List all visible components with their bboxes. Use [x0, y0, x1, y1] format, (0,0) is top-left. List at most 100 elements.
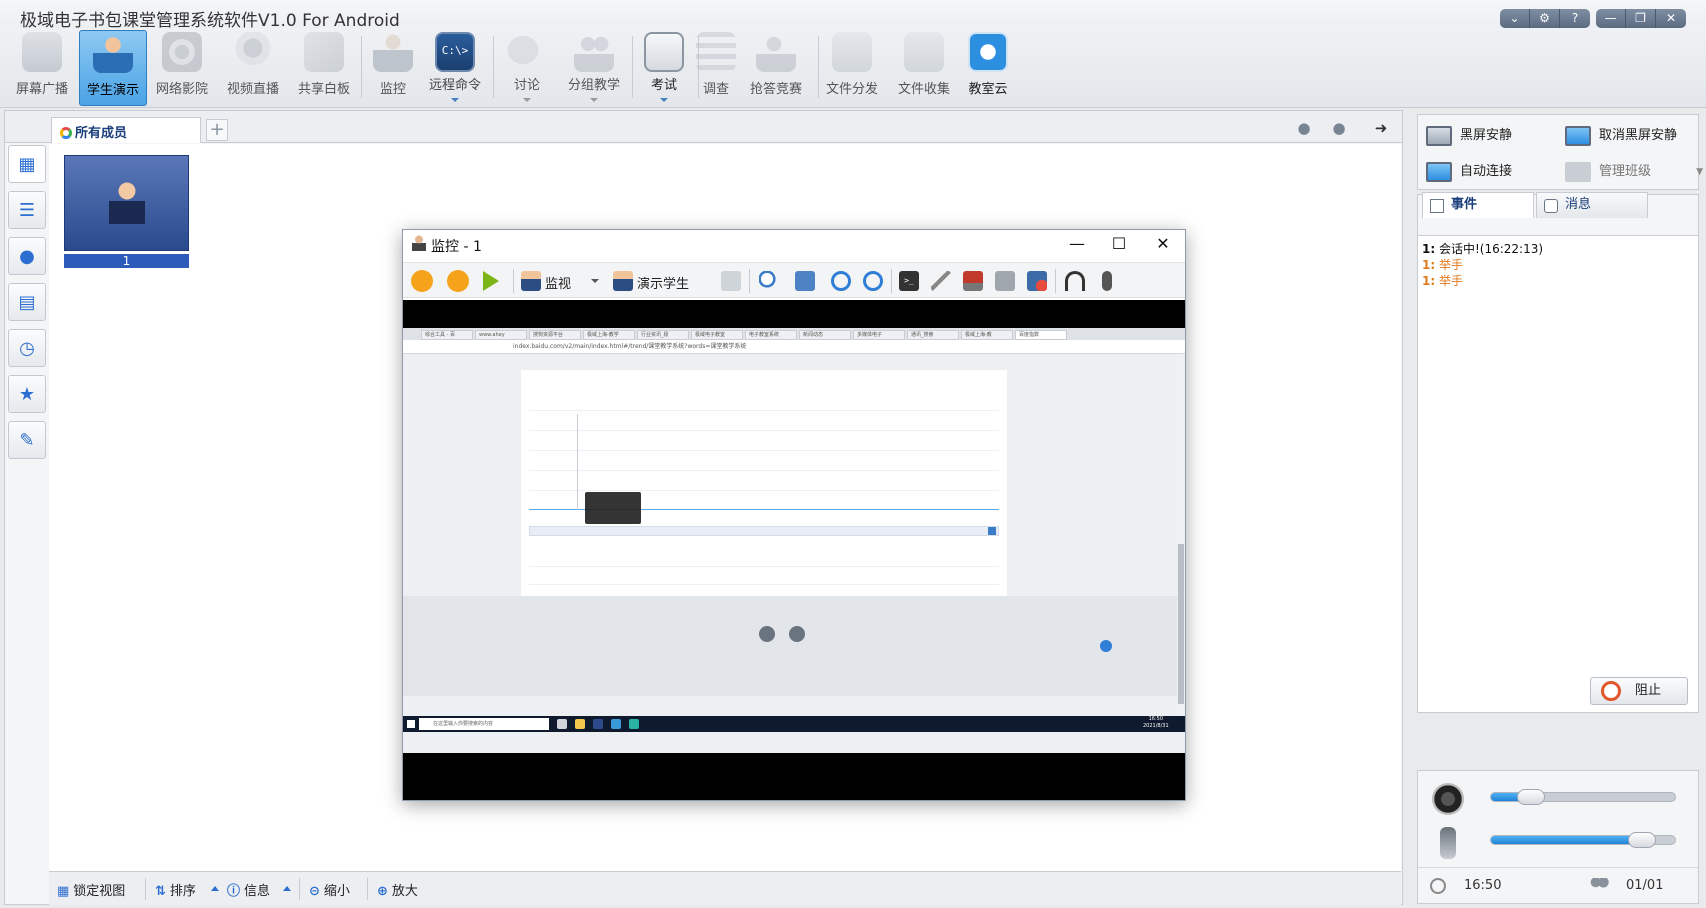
remote-screen[interactable]: 综合工具 - 百 www.ahey 搜狗资源平台 极域上海-教学 行业资讯_极 …	[403, 300, 1185, 800]
manage-class-button[interactable]: 管理班级 ▼	[1559, 155, 1703, 189]
toolbar-label: 教室云	[968, 82, 1008, 97]
remote-browser-tabs: 综合工具 - 百 www.ahey 搜狗资源平台 极域上海-教学 行业资讯_极 …	[403, 328, 1185, 340]
speaker-volume-knob[interactable]	[1517, 789, 1545, 805]
close-icon[interactable]: ✕	[1656, 9, 1686, 28]
remote-tab: 多媒体电子	[853, 330, 905, 340]
microphone-icon[interactable]	[1102, 271, 1112, 291]
tab-events[interactable]: 事件	[1422, 192, 1534, 218]
monitor-person-icon	[412, 235, 426, 251]
toolbar-file-distribute[interactable]: 文件分发	[818, 30, 886, 106]
chevron-down-icon[interactable]	[660, 98, 668, 102]
forward-icon[interactable]	[447, 270, 469, 292]
sidebar-schedule[interactable]: ◷	[8, 329, 46, 367]
toolbar-discussion[interactable]: 讨论	[493, 30, 561, 106]
maximize-icon[interactable]: ☐	[1107, 234, 1131, 254]
remote-tab: 通讯_搜索	[907, 330, 959, 340]
sidebar-remove-student[interactable]: ●	[8, 237, 46, 275]
group-icon	[574, 32, 614, 72]
grid-line	[529, 410, 999, 411]
toolbar-network-cinema[interactable]: 网络影院	[148, 30, 216, 106]
screen-fit-icon[interactable]	[795, 271, 815, 291]
black-screen-icon[interactable]	[963, 271, 983, 291]
toolbar-separator	[891, 269, 892, 293]
settings-icon[interactable]: ⚙	[1530, 9, 1560, 28]
toolbar-student-demo[interactable]: 学生演示	[79, 30, 147, 106]
remote-tab: 极域上海-教	[961, 330, 1013, 340]
sidebar-list-view[interactable]: ☰	[8, 191, 46, 229]
taskview-icon	[557, 719, 567, 729]
undo-icon[interactable]	[831, 271, 851, 291]
toolbar-classroom-cloud[interactable]: 教室云	[954, 30, 1022, 106]
toolbar-quiz-contest[interactable]: 抢答竞赛	[742, 30, 810, 106]
info-button[interactable]: ⓘ 信息	[227, 880, 270, 899]
list-view-icon: ☰	[18, 199, 36, 221]
toolbar-monitor[interactable]: 监控	[359, 30, 427, 106]
chevron-down-icon[interactable]	[591, 279, 599, 283]
audio-footer: 16:50 01/01	[1418, 867, 1698, 903]
group-ring-icon	[60, 127, 72, 139]
zoom-in-button[interactable]: ⊕ 放大	[377, 880, 418, 899]
demo-student-icon	[613, 271, 633, 291]
speaker-volume-slider[interactable]	[1490, 789, 1676, 805]
screenshot-icon[interactable]	[995, 271, 1015, 291]
toolbar-shared-whiteboard[interactable]: 共享白板	[290, 30, 358, 106]
sidebar-thumbnail-view[interactable]: ▦	[8, 145, 46, 183]
sidebar-edit[interactable]: ✎	[8, 421, 46, 459]
view-sidebar: ▦ ☰ ● ▤ ◷ ★ ✎	[8, 145, 46, 467]
redo-icon[interactable]	[863, 271, 883, 291]
add-group-button[interactable]: +	[206, 119, 228, 141]
chevron-down-icon[interactable]	[451, 98, 459, 102]
auto-connect-button[interactable]: 自动连接	[1420, 155, 1556, 189]
manage-class-icon	[1565, 162, 1591, 182]
toolbar-group-teaching[interactable]: 分组教学	[560, 30, 628, 106]
close-icon[interactable]: ✕	[1151, 234, 1175, 254]
toolbar-video-live[interactable]: 视频直播	[219, 30, 287, 106]
toolbar-file-collect[interactable]: 文件收集	[890, 30, 958, 106]
back-icon[interactable]	[411, 270, 433, 292]
chevron-down-icon[interactable]	[523, 98, 531, 102]
mic-volume-knob[interactable]	[1628, 832, 1656, 848]
monitor-view-button[interactable]: 监视	[545, 273, 571, 292]
toolbar-remote-command[interactable]: C:\> 远程命令	[421, 30, 489, 106]
restore-icon[interactable]: ❐	[1626, 9, 1656, 28]
block-button[interactable]: 阻止	[1590, 677, 1688, 705]
demo-student-button[interactable]: 演示学生	[637, 273, 689, 292]
bottom-label: 锁定视图	[73, 884, 126, 899]
sort-button[interactable]: ⇅ 排序	[155, 880, 196, 899]
tab-all-members[interactable]: 所有成员	[51, 117, 201, 143]
sidebar-document[interactable]: ▤	[8, 283, 46, 321]
sidebar-award-student[interactable]: ★	[8, 375, 46, 413]
collapse-icon[interactable]: ⌄	[1500, 9, 1530, 28]
record-icon[interactable]	[1027, 271, 1047, 291]
minimize-icon[interactable]: —	[1065, 234, 1089, 254]
group-settings-icon[interactable]: ●	[1328, 119, 1350, 137]
award-student-icon: ★	[18, 383, 36, 405]
thumbnail-view-icon: ▦	[18, 153, 36, 175]
toolbar-survey[interactable]: 调查	[682, 30, 750, 106]
chevron-down-icon[interactable]: ▼	[1696, 155, 1703, 189]
minimize-icon[interactable]: —	[1596, 9, 1626, 28]
zoom-out-button[interactable]: ⊝ 缩小	[309, 880, 350, 899]
command-prompt-icon[interactable]: >_	[899, 271, 919, 291]
pen-icon[interactable]	[931, 271, 951, 291]
chevron-up-icon[interactable]	[211, 886, 219, 891]
black-screen-button[interactable]: 黑屏安静	[1420, 119, 1556, 153]
remote-range-slider	[529, 526, 999, 536]
toolbar-screen-broadcast[interactable]: 屏幕广播	[8, 30, 76, 106]
remote-scroll-thumb	[1178, 544, 1184, 704]
toolbar-label: 抢答竞赛	[749, 82, 802, 97]
lock-view-button[interactable]: ▦ 锁定视图	[57, 880, 125, 899]
help-icon[interactable]: ?	[1560, 9, 1590, 28]
file-collect-icon	[904, 32, 944, 72]
student-thumbnail[interactable]	[64, 155, 189, 251]
mic-volume-slider[interactable]	[1490, 832, 1676, 848]
headphones-icon[interactable]	[1065, 271, 1085, 291]
tab-messages[interactable]: 消息	[1536, 192, 1648, 218]
play-icon[interactable]	[483, 271, 499, 291]
chevron-down-icon[interactable]	[590, 98, 598, 102]
cancel-black-screen-button[interactable]: 取消黑屏安静	[1559, 119, 1695, 153]
student-settings-icon[interactable]: ●	[1293, 119, 1315, 137]
chevron-up-icon[interactable]	[283, 886, 291, 891]
zoom-icon[interactable]	[759, 271, 779, 291]
arrow-right-icon[interactable]: ➜	[1370, 119, 1392, 137]
